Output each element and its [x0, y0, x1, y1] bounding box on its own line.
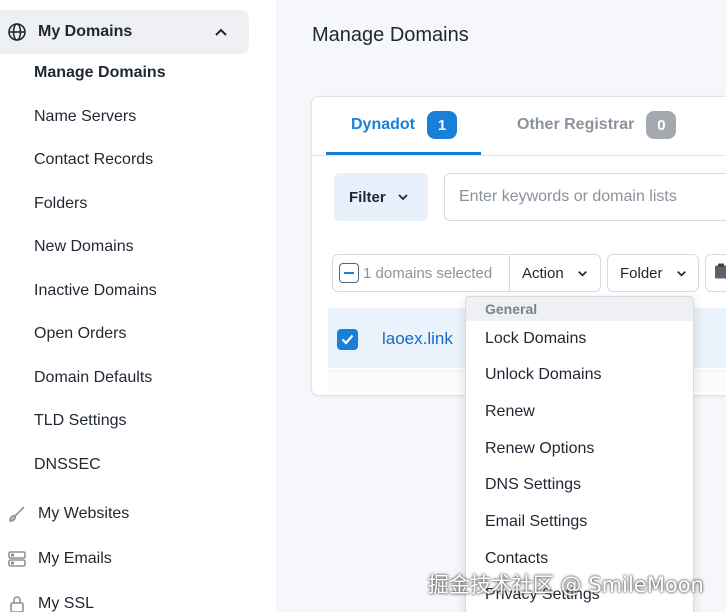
sidebar-section-label: My Websites [38, 505, 130, 522]
tab-dynadot[interactable]: Dynadot 1 [351, 111, 457, 139]
sidebar-section-label: My SSL [38, 595, 95, 612]
globe-icon [7, 22, 27, 42]
domain-link[interactable]: laoex.link [382, 329, 453, 349]
chevron-down-icon [396, 190, 410, 204]
server-icon [7, 549, 27, 569]
chevron-down-icon [675, 267, 688, 280]
filter-button[interactable]: Filter [334, 173, 428, 221]
sidebar-section-label: My Emails [38, 550, 112, 567]
menu-item-dns-settings[interactable]: DNS Settings [485, 476, 581, 494]
brush-icon [7, 504, 27, 524]
sidebar-item-new-domains[interactable]: New Domains [34, 238, 134, 256]
sidebar-item-dnssec[interactable]: DNSSEC [34, 456, 101, 474]
sidebar-section-label: My Domains [38, 23, 133, 40]
select-all-control[interactable]: 1 domains selected [332, 254, 510, 292]
menu-item-unlock-domains[interactable]: Unlock Domains [485, 366, 601, 384]
sidebar-section-my-emails[interactable]: My Emails [0, 537, 249, 581]
action-dropdown[interactable]: Action [510, 254, 601, 292]
menu-item-lock-domains[interactable]: Lock Domains [485, 330, 586, 348]
sidebar-section-my-websites[interactable]: My Websites [0, 492, 249, 536]
sidebar: My Domains Manage Domains Name Servers C… [0, 0, 276, 612]
chevron-up-icon[interactable] [213, 24, 229, 40]
row-checkbox[interactable] [337, 329, 358, 350]
folder-label: Folder [620, 264, 663, 282]
menu-item-renew[interactable]: Renew [485, 403, 535, 421]
folder-dropdown[interactable]: Folder [607, 254, 699, 292]
filter-label: Filter [349, 188, 386, 206]
bulk-toolbar: 1 domains selected Action Folder [332, 254, 726, 292]
search-input[interactable] [444, 173, 726, 221]
active-tab-indicator [326, 152, 481, 155]
menu-item-email-settings[interactable]: Email Settings [485, 513, 587, 531]
clipboard-icon [714, 263, 726, 283]
sidebar-section-my-domains[interactable]: My Domains [0, 10, 249, 54]
sidebar-item-open-orders[interactable]: Open Orders [34, 325, 126, 343]
sidebar-section-my-ssl[interactable]: My SSL [0, 582, 249, 612]
sidebar-item-inactive-domains[interactable]: Inactive Domains [34, 282, 157, 300]
action-label: Action [522, 264, 564, 282]
tab-count-badge: 0 [646, 111, 677, 139]
selected-count-text: 1 domains selected [363, 264, 493, 282]
sidebar-item-name-servers[interactable]: Name Servers [34, 108, 136, 126]
page-title: Manage Domains [312, 24, 469, 46]
tab-count-badge: 1 [427, 111, 457, 139]
action-menu: General Lock Domains Unlock Domains Rene… [465, 296, 694, 612]
menu-group-header: General [466, 297, 693, 321]
sidebar-item-tld-settings[interactable]: TLD Settings [34, 412, 126, 430]
tab-other-registrar[interactable]: Other Registrar 0 [517, 111, 677, 139]
sidebar-item-folders[interactable]: Folders [34, 195, 87, 213]
chevron-down-icon [576, 267, 589, 280]
tab-label: Other Registrar [517, 116, 635, 133]
select-all-checkbox[interactable] [339, 263, 359, 283]
tab-label: Dynadot [351, 116, 415, 133]
sidebar-item-domain-defaults[interactable]: Domain Defaults [34, 369, 152, 387]
menu-item-renew-options[interactable]: Renew Options [485, 440, 594, 458]
lock-icon [7, 594, 27, 612]
clipboard-button[interactable] [705, 254, 726, 292]
tabs-divider [311, 155, 726, 156]
sidebar-item-contact-records[interactable]: Contact Records [34, 151, 153, 169]
menu-item-contacts[interactable]: Contacts [485, 550, 548, 568]
sidebar-item-manage-domains[interactable]: Manage Domains [34, 64, 166, 82]
watermark-text: 掘金技术社区 @ SmileMoon [428, 573, 704, 597]
